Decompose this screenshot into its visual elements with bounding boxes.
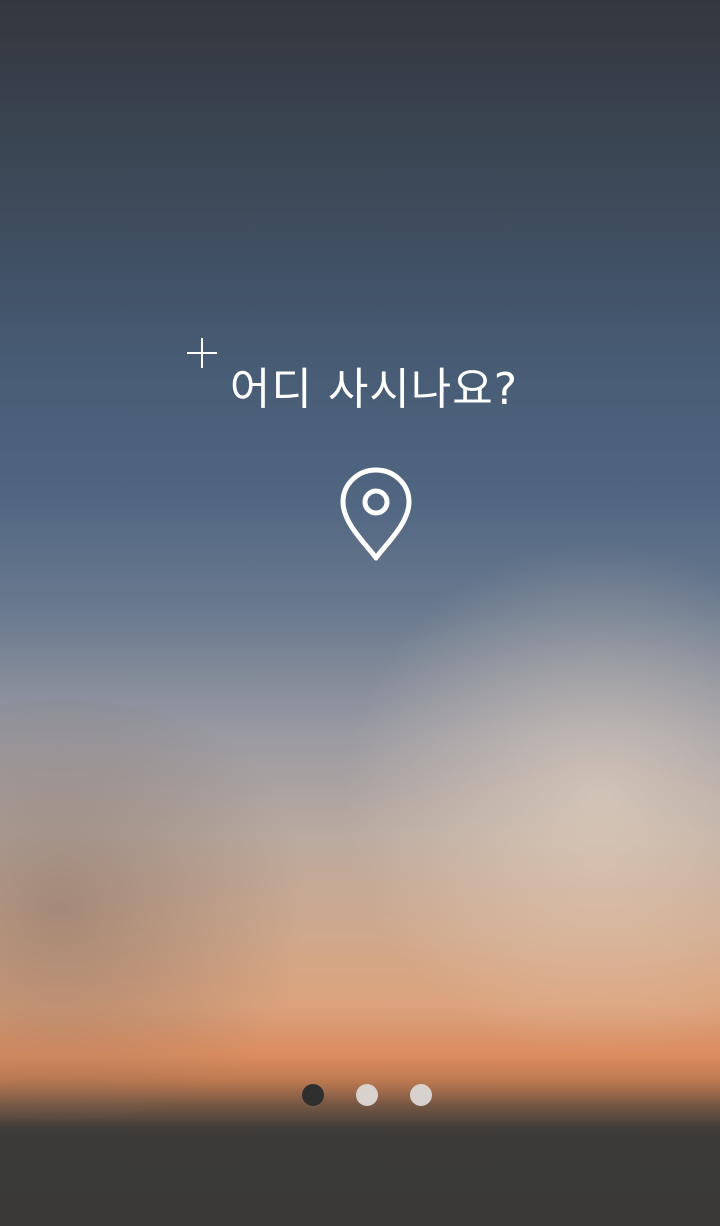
onboarding-screen: 어디 사시나요? (0, 0, 720, 1226)
location-pin-icon[interactable] (338, 466, 414, 564)
page-dot-1-active[interactable] (302, 1084, 324, 1106)
background-vignette (0, 0, 720, 360)
background-glow-right (320, 520, 720, 1080)
page-dot-2[interactable] (356, 1084, 378, 1106)
background-horizon (0, 1020, 720, 1140)
page-dot-3[interactable] (410, 1084, 432, 1106)
question-title: 어디 사시나요? (229, 364, 519, 415)
page-indicator (302, 1084, 442, 1108)
background-glow-left (0, 700, 340, 1120)
